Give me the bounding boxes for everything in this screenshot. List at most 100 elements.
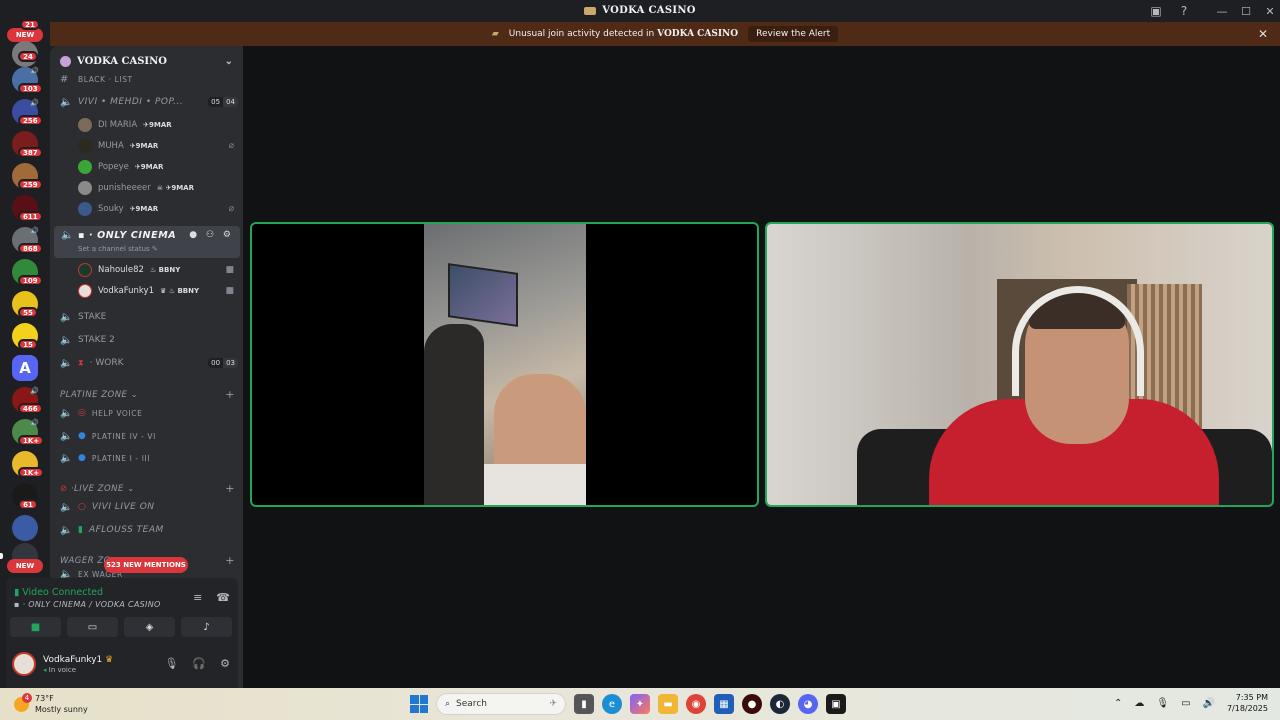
maximize-button[interactable]: ☐ [1234, 3, 1258, 19]
voice-channel-item[interactable]: 🔈 ◎ HELP VOICE [58, 403, 238, 423]
gear-icon[interactable]: ⚙ [220, 657, 230, 670]
video-feed [767, 224, 1272, 505]
voice-channel-item[interactable]: 🔈 ○ VIVI LIVE ON [58, 497, 238, 517]
chrome-icon[interactable]: ◉ [686, 694, 706, 714]
category-header[interactable]: PLATINE ZONE ⌄ + [60, 388, 235, 401]
discord-app: VODKA CASINO ▣ ? — ☐ ✕ ▰ Unusual join ac… [0, 0, 1280, 688]
voice-status[interactable]: ▮ Video Connected [14, 587, 103, 598]
server-badge: 868 [18, 243, 43, 254]
close-icon[interactable]: ✕ [1258, 27, 1268, 41]
noise-suppression-icon[interactable]: ≡ [193, 591, 202, 604]
speaker-icon: 🔊 [30, 419, 39, 427]
voice-channel-item[interactable]: 🔈 STAKE [58, 307, 238, 327]
channel-name: VIVI LIVE ON [91, 502, 155, 512]
cloud-icon[interactable]: ☁ [1134, 698, 1144, 709]
hashtag-icon: # [60, 73, 69, 85]
server-indicator [0, 553, 3, 559]
channel-status[interactable]: Set a channel status ✎ [78, 245, 158, 253]
category-header[interactable]: ⊘ · LIVE ZONE ⌄ + [60, 482, 235, 495]
voice-channel-link[interactable]: ▪ · ONLY CINEMA / VODKA CASINO [14, 600, 161, 609]
voice-user[interactable]: VodkaFunky1 ♛ ♨ BBNY ■ [78, 281, 234, 301]
chevron-up-icon[interactable]: ⌃ [1114, 698, 1122, 709]
add-channel-icon[interactable]: + [225, 554, 235, 567]
video-tile[interactable] [250, 222, 759, 507]
avatar[interactable] [12, 652, 36, 676]
screen-share-button[interactable]: ▭ [67, 617, 118, 637]
file-explorer-icon[interactable]: ▬ [658, 694, 678, 714]
disconnect-icon[interactable]: ☎ [216, 591, 230, 604]
circle-icon: ● [78, 453, 86, 463]
mic-muted-icon: ⌀ [228, 204, 234, 214]
voice-channel-item[interactable]: 🔈 ● PLATINE I - III [58, 448, 238, 468]
channel-name: ▪ · ONLY CINEMA [78, 230, 177, 241]
channel-item[interactable]: # BLACK · LIST [58, 72, 238, 86]
voice-user[interactable]: Popeye ✈9MAR [78, 157, 234, 177]
microphone-icon[interactable]: 🎙 [164, 657, 178, 670]
new-unreads-pill[interactable]: NEW [7, 559, 43, 573]
server-icon[interactable] [12, 515, 38, 541]
new-mentions-pill[interactable]: 523 NEW MENTIONS [104, 557, 188, 573]
voice-channel-item[interactable]: 🔈 ● PLATINE IV - VI [58, 426, 238, 446]
microphone-icon[interactable]: 🎙 [1156, 698, 1169, 709]
weather-widget[interactable]: 4 73°F Mostly sunny [14, 692, 88, 715]
video-tile[interactable] [765, 222, 1274, 507]
app-icon[interactable]: ● [742, 694, 762, 714]
chevron-down-icon[interactable]: ⌄ [225, 56, 233, 67]
alert-banner: ▰ Unusual join activity detected in VODK… [50, 22, 1280, 46]
review-alert-button[interactable]: Review the Alert [748, 26, 839, 42]
voice-user[interactable]: DI MARIA ✈9MAR [78, 115, 234, 135]
inbox-icon[interactable]: ▣ [1148, 3, 1164, 19]
voice-channel-item[interactable]: 🔈 STAKE 2 [58, 330, 238, 350]
headphones-icon[interactable]: 🎧 [192, 657, 206, 670]
channel-name: HELP VOICE [91, 408, 143, 418]
camera-icon: ■ [225, 286, 234, 296]
no-entry-icon: ⊘ [60, 483, 68, 494]
title-bar: VODKA CASINO ▣ ? — ☐ ✕ [0, 0, 1280, 21]
channel-name: AFLOUSS TEAM [88, 525, 164, 535]
channel-name: STAKE 2 [78, 335, 115, 345]
new-unreads-pill[interactable]: NEW [7, 28, 43, 42]
server-icon[interactable]: A [12, 355, 38, 381]
display-icon[interactable]: ▭ [1181, 698, 1190, 709]
start-button[interactable] [410, 695, 428, 713]
user-panel: VodkaFunky1 ♛ ◂ In voice 🎙 🎧 ⚙ [6, 645, 238, 688]
close-window-button[interactable]: ✕ [1258, 3, 1280, 19]
user-tag: ✈9MAR [129, 205, 159, 213]
voice-channel-item[interactable]: 🔈 ▮ AFLOUSS TEAM [58, 520, 238, 540]
server-badge: 256 [18, 115, 43, 126]
volume-icon[interactable]: 🔊 [1203, 698, 1215, 709]
speaker-icon: 🔊 [30, 99, 39, 107]
video-scene-person [424, 324, 484, 505]
store-icon[interactable]: ▦ [714, 694, 734, 714]
steam-icon[interactable]: ◐ [770, 694, 790, 714]
user-name: Souky [98, 204, 124, 214]
discord-icon[interactable]: ◕ [798, 694, 818, 714]
voice-user[interactable]: Souky ✈9MAR ⌀ [78, 199, 234, 219]
add-channel-icon[interactable]: + [225, 388, 235, 401]
soundboard-button[interactable]: ♪ [181, 617, 232, 637]
voice-user[interactable]: MUHA ✈9MAR ⌀ [78, 136, 234, 156]
weather-desc: Mostly sunny [35, 705, 88, 714]
voice-channel-item[interactable]: 🔈 VIVI • MEHDI • POP... 05 04 [58, 92, 238, 112]
channel-actions-icons[interactable]: ● ⚇ ⚙ [189, 230, 234, 240]
user-name: MUHA [98, 141, 124, 151]
camera-button[interactable]: ■ [10, 617, 61, 637]
user-status: ◂ In voice [43, 666, 77, 674]
minimize-button[interactable]: — [1210, 3, 1234, 19]
help-icon[interactable]: ? [1176, 3, 1192, 19]
app-icon[interactable]: ▣ [826, 694, 846, 714]
activity-button[interactable]: ◈ [124, 617, 175, 637]
edge-icon[interactable]: e [602, 694, 622, 714]
task-view-icon[interactable]: ▮ [574, 694, 594, 714]
taskbar-search[interactable]: ⌕ Search ✈ [436, 693, 566, 715]
voice-channel-item[interactable]: 🔈 ⧗ · WORK 00 03 [58, 353, 238, 373]
speaker-icon: 🔊 [30, 227, 39, 235]
server-badge: 103 [18, 83, 43, 94]
clock[interactable]: 7:35 PM 7/18/2025 [1227, 692, 1268, 714]
voice-user[interactable]: punisheeeer ☠ ✈9MAR [78, 178, 234, 198]
user-name: VodkaFunky1 ♛ [43, 655, 114, 665]
copilot-icon[interactable]: ✦ [630, 694, 650, 714]
voice-channel-active[interactable]: 🔈 ▪ · ONLY CINEMA Set a channel status ✎… [54, 226, 240, 258]
add-channel-icon[interactable]: + [225, 482, 235, 495]
voice-user[interactable]: Nahoule82 ♨ BBNY ■ [78, 260, 234, 280]
